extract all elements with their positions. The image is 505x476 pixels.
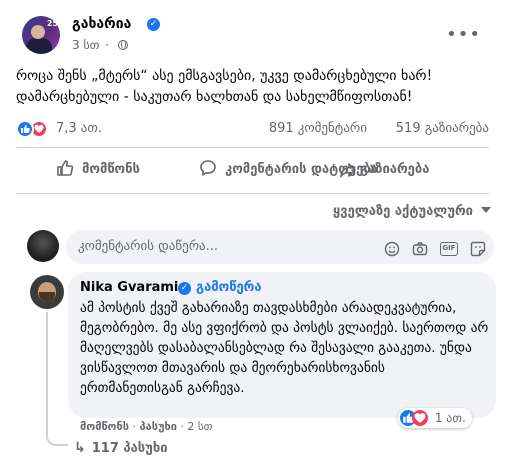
comment-icon bbox=[200, 160, 216, 176]
comment-reactions[interactable]: 1 ათ. bbox=[398, 408, 472, 428]
share-icon[interactable] bbox=[339, 161, 357, 179]
verified-icon: ✓ bbox=[147, 18, 160, 31]
post-actions: მომწონს კომენტარის დატოვება გაზიარება bbox=[16, 152, 489, 188]
post-time[interactable]: 3 სთ bbox=[72, 38, 99, 52]
divider bbox=[16, 193, 489, 194]
avatar-beard bbox=[39, 292, 55, 302]
comment-reactions-count: 1 ათ. bbox=[434, 411, 466, 425]
post-stats: 7,3 ათ. 891 კომენტარი 519 გაზიარება bbox=[16, 117, 489, 141]
comments-sort-dropdown[interactable]: ყველაზე აქტუალური bbox=[333, 204, 491, 219]
like-label: მომწონს bbox=[82, 162, 140, 177]
thread-line bbox=[46, 312, 48, 430]
thread-curve bbox=[46, 430, 68, 446]
comment-bubble: Nika Gvaramia ✓ გამოწერა ამ პოსტის ქვეშ … bbox=[68, 272, 496, 418]
comments-count[interactable]: 891 კომენტარი bbox=[269, 121, 367, 136]
follow-link[interactable]: გამოწერა bbox=[196, 280, 262, 295]
user-avatar[interactable] bbox=[27, 230, 59, 262]
comment-input[interactable]: კომენტარის დაწერა... GIF bbox=[66, 230, 494, 264]
more-icon[interactable]: ••• bbox=[446, 24, 481, 45]
comment-input-placeholder: კომენტარის დაწერა... bbox=[78, 239, 219, 254]
page-name[interactable]: გახარია bbox=[72, 16, 131, 32]
page-avatar[interactable]: 25 bbox=[22, 16, 60, 54]
camera-icon[interactable] bbox=[412, 241, 428, 257]
like-button[interactable]: მომწონს bbox=[56, 152, 140, 188]
comment-text: ამ პოსტის ქვეშ გახარიაზე თავდასხმები არა… bbox=[80, 300, 489, 396]
comment-like-button[interactable]: მომწონს bbox=[80, 420, 129, 433]
share-label: გაზიარება bbox=[360, 162, 430, 177]
post-text: როცა შენს „მტერს“ ასე ემსგავსები, უკვე დ… bbox=[16, 68, 433, 105]
chevron-down-icon bbox=[481, 207, 491, 213]
sort-label: ყველაზე აქტუალური bbox=[332, 204, 473, 219]
comment-actions: მომწონს · პასუხი · 2 სთ bbox=[80, 420, 213, 433]
avatar-figure-head bbox=[31, 25, 45, 39]
reactions-count[interactable]: 7,3 ათ. bbox=[56, 121, 102, 136]
comment-author[interactable]: Nika Gvaramia bbox=[80, 280, 187, 295]
like-icon[interactable] bbox=[16, 120, 34, 138]
globe-icon bbox=[117, 40, 128, 50]
verified-icon: ✓ bbox=[178, 282, 191, 295]
replies-count: 117 პასუხი bbox=[91, 441, 168, 456]
composer-tools: GIF bbox=[377, 238, 486, 257]
avatar-figure-body bbox=[26, 38, 52, 54]
emoji-icon[interactable] bbox=[384, 241, 400, 257]
reply-arrow-icon: ↳ bbox=[74, 440, 86, 456]
love-icon bbox=[412, 410, 428, 426]
post-meta: 3 სთ · bbox=[72, 38, 128, 52]
post-header: 25 გახარია ✓ 3 სთ · ••• bbox=[16, 14, 489, 56]
comment-time[interactable]: 2 სთ bbox=[187, 420, 212, 433]
sticker-icon[interactable] bbox=[470, 241, 486, 257]
like-icon bbox=[57, 160, 74, 176]
comment-author-avatar[interactable] bbox=[30, 275, 64, 309]
comment-reply-button[interactable]: პასუხი bbox=[140, 420, 177, 433]
avatar-badge: 25 bbox=[46, 19, 58, 28]
share-button[interactable]: გაზიარება bbox=[360, 152, 429, 188]
view-replies-link[interactable]: ↳ 117 პასუხი bbox=[74, 440, 168, 456]
shares-count[interactable]: 519 გაზიარება bbox=[396, 121, 489, 136]
divider bbox=[16, 147, 489, 148]
gif-icon[interactable]: GIF bbox=[439, 241, 458, 256]
